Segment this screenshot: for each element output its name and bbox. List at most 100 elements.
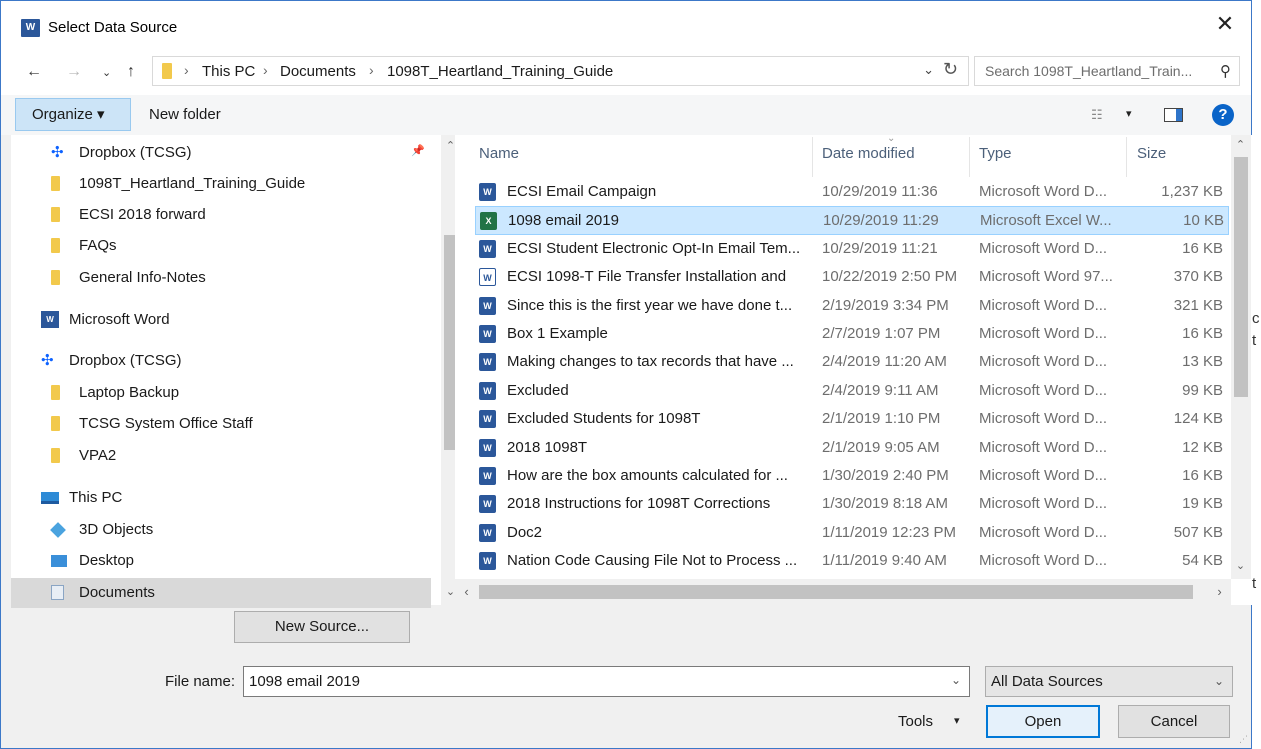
tools-menu-button[interactable]: Tools (898, 713, 933, 730)
breadcrumb-separator-icon[interactable]: › (369, 62, 374, 78)
scroll-down-chevron-icon[interactable]: ⌄ (1231, 559, 1250, 572)
nav-item[interactable]: Desktop (11, 546, 431, 576)
nav-item[interactable]: W Microsoft Word (11, 305, 431, 335)
nav-item[interactable]: ECSI 2018 forward (11, 200, 431, 230)
breadcrumb-current-folder[interactable]: 1098T_Heartland_Training_Guide (387, 63, 613, 80)
open-button[interactable]: Open (986, 705, 1100, 738)
column-separator[interactable] (1126, 137, 1127, 177)
file-name: 2018 Instructions for 1098T Corrections (507, 495, 771, 513)
nav-item[interactable]: 1098T_Heartland_Training_Guide (11, 169, 431, 199)
file-name: Making changes to tax records that have … (507, 353, 794, 371)
breadcrumb-separator-icon[interactable]: › (263, 62, 268, 78)
scroll-left-chevron-icon[interactable]: ‹ (457, 584, 476, 599)
horizontal-scroll-thumb[interactable] (479, 585, 1193, 599)
new-source-button[interactable]: New Source... (234, 611, 410, 643)
refresh-icon[interactable]: ↻ (943, 59, 958, 80)
file-name-combobox[interactable]: ⌄ (243, 666, 970, 697)
tools-dropdown-icon[interactable]: ▾ (954, 714, 960, 727)
file-name: ECSI Email Campaign (507, 183, 657, 200)
organize-button[interactable]: Organize ▾ (15, 98, 131, 131)
chevron-down-icon[interactable]: ⌄ (951, 673, 961, 687)
help-icon[interactable]: ? (1212, 104, 1234, 126)
nav-item[interactable]: General Info-Notes (11, 263, 431, 293)
background-text-fragment: c (1252, 310, 1260, 327)
column-header-type[interactable]: Type (979, 145, 1012, 162)
file-row[interactable]: X 1098 email 2019 10/29/2019 11:29 Microsof… (475, 206, 1229, 236)
file-row[interactable]: W ECSI 1098-T File Transfer Installation … (475, 263, 1229, 292)
back-arrow-icon[interactable]: ← (26, 63, 42, 81)
file-row[interactable]: W ECSI Student Electronic Opt-In Email Te… (475, 235, 1229, 264)
file-row[interactable]: W Excluded 2/4/2019 9:11 AM Microsoft Word … (475, 377, 1229, 406)
address-dropdown-chevron-icon[interactable]: ⌄ (923, 62, 934, 78)
nav-item[interactable]: Laptop Backup (11, 378, 431, 408)
file-row[interactable]: W Excluded Students for 1098T 2/1/2019 1:1… (475, 405, 1229, 434)
file-type: Microsoft Excel W... (980, 212, 1112, 230)
folder-icon (51, 238, 60, 253)
file-date: 1/30/2019 8:18 AM (822, 495, 948, 513)
search-icon[interactable]: ⚲ (1220, 62, 1231, 80)
file-row[interactable]: W Making changes to tax records that have… (475, 348, 1229, 377)
file-type-filter-select[interactable]: All Data Sources ⌄ (985, 666, 1233, 697)
file-name: Doc2 (507, 523, 543, 541)
file-row[interactable]: W Box 1 Example 2/7/2019 1:07 PM Microsoft … (475, 320, 1229, 349)
address-bar[interactable]: › This PC › Documents › 1098T_Heartland_… (152, 56, 969, 86)
file-vertical-scrollbar[interactable]: ⌃ ⌄ (1231, 135, 1251, 579)
file-scroll-thumb[interactable] (1234, 157, 1248, 397)
file-name: 2018 1098T (507, 438, 588, 456)
column-header-name[interactable]: Name (479, 145, 519, 162)
cancel-button[interactable]: Cancel (1118, 705, 1230, 738)
view-options-dropdown-icon[interactable]: ▾ (1126, 107, 1132, 120)
nav-item[interactable]: TCSG System Office Staff (11, 409, 431, 439)
preview-pane-icon[interactable] (1164, 108, 1183, 122)
file-type: Microsoft Word D... (979, 523, 1108, 541)
column-separator[interactable] (812, 137, 813, 177)
word97-doc-icon: W (479, 268, 496, 287)
breadcrumb-this-pc[interactable]: This PC (202, 63, 255, 80)
scroll-right-chevron-icon[interactable]: › (1210, 584, 1229, 599)
column-header-date-modified[interactable]: Date modified (822, 145, 915, 162)
file-date: 10/29/2019 11:36 (822, 183, 938, 200)
file-horizontal-scrollbar[interactable]: ‹ › (455, 579, 1231, 605)
folder-icon (51, 176, 60, 191)
column-header-size[interactable]: Size (1137, 145, 1166, 162)
file-row[interactable]: W 2018 1098T 2/1/2019 9:05 AM Microsoft Wor… (475, 434, 1229, 463)
search-box[interactable]: ⚲ (974, 56, 1240, 86)
nav-item[interactable]: ✣ Dropbox (TCSG) (11, 138, 431, 168)
file-size: 16 KB (1182, 239, 1223, 257)
title-bar: W Select Data Source ✕ (1, 1, 1251, 45)
search-input[interactable] (975, 57, 1205, 85)
file-row[interactable]: W 2018 Instructions for 1098T Corrections… (475, 490, 1229, 519)
background-text-fragment: t (1252, 575, 1257, 592)
nav-item[interactable]: This PC (11, 483, 431, 513)
close-button[interactable]: ✕ (1213, 13, 1237, 37)
nav-item-label: 1098T_Heartland_Training_Guide (79, 175, 306, 192)
file-row[interactable]: W How are the box amounts calculated for … (475, 462, 1229, 491)
nav-item-label: TCSG System Office Staff (79, 415, 253, 432)
nav-item[interactable]: Documents (11, 578, 431, 608)
new-folder-button[interactable]: New folder (149, 106, 221, 123)
breadcrumb-documents[interactable]: Documents (280, 63, 356, 80)
scroll-up-chevron-icon[interactable]: ⌃ (1231, 138, 1250, 151)
column-separator[interactable] (969, 137, 970, 177)
file-name-input[interactable] (244, 667, 934, 696)
nav-item[interactable]: VPA2 (11, 441, 431, 471)
nav-item[interactable]: FAQs (11, 231, 431, 261)
file-row[interactable]: W Since this is the first year we have do… (475, 292, 1229, 321)
file-row[interactable]: W Doc2 1/11/2019 12:23 PM Microsoft Word D.… (475, 519, 1229, 548)
file-name: ECSI 1098-T File Transfer Installation a… (507, 268, 787, 286)
resize-grip-icon[interactable]: ⋰ (1239, 734, 1248, 745)
nav-item[interactable]: ✣ Dropbox (TCSG) (11, 346, 431, 376)
file-type: Microsoft Word D... (979, 410, 1108, 428)
recent-locations-chevron-icon[interactable]: ⌄ (102, 66, 111, 79)
up-arrow-icon[interactable]: ↑ (127, 63, 135, 81)
chevron-down-icon[interactable]: ⌄ (1214, 667, 1224, 696)
change-view-icon[interactable]: ☷ (1091, 107, 1103, 123)
nav-item-label: Dropbox (TCSG) (69, 352, 182, 369)
nav-item-label: This PC (69, 489, 123, 506)
forward-arrow-icon[interactable]: → (66, 63, 82, 81)
breadcrumb-separator-icon[interactable]: › (184, 62, 189, 78)
file-row[interactable]: W Nation Code Causing File Not to Process… (475, 547, 1229, 576)
file-row[interactable]: W ECSI Email Campaign 10/29/2019 11:36 Micr… (475, 178, 1229, 207)
word-doc-icon: W (479, 523, 496, 542)
nav-item[interactable]: 3D Objects (11, 515, 431, 545)
